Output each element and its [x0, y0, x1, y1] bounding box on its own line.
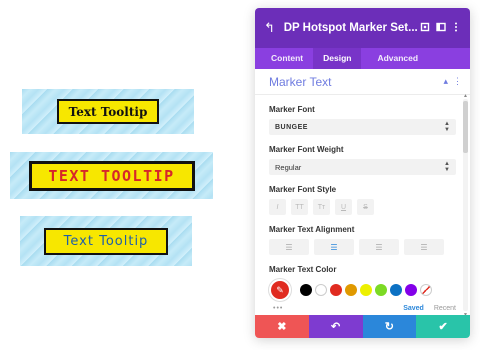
section-title: Marker Text — [269, 74, 332, 89]
tooltip-sample-3: Text Tooltip — [20, 216, 192, 266]
redo-icon: ↻ — [384, 321, 394, 333]
save-button[interactable]: ✔ — [416, 315, 470, 338]
swatch-black[interactable] — [300, 284, 312, 296]
swatch-purple[interactable] — [405, 284, 417, 296]
select-arrows-icon: ▲ ▼ — [444, 161, 450, 173]
eyedropper-icon: ✎ — [276, 284, 284, 295]
color-label: Marker Text Color — [269, 265, 337, 274]
panel-tabs: Content Design Advanced — [255, 48, 470, 69]
uppercase-button[interactable]: TT — [291, 199, 308, 215]
align-center-button[interactable]: ☰ — [314, 239, 354, 255]
swatch-orange[interactable] — [345, 284, 357, 296]
scrollbar-thumb[interactable] — [463, 101, 468, 153]
weight-select[interactable]: Regular ▲ ▼ — [269, 159, 456, 175]
capitalize-icon: Tт — [317, 203, 326, 211]
select-arrows-icon: ▲ ▼ — [444, 121, 450, 133]
undo-button[interactable]: ↶ — [308, 315, 363, 338]
tooltip-box: TEXT TOOLTIP — [28, 160, 195, 191]
align-center-icon: ☰ — [330, 242, 338, 252]
tooltip-sample-1: Text Tooltip — [22, 89, 194, 134]
align-right-icon: ☰ — [375, 242, 383, 252]
italic-icon: I — [276, 203, 279, 211]
panel-header: ↰ DP Hotspot Marker Set... — [255, 8, 470, 48]
check-icon: ✔ — [438, 321, 448, 333]
tooltip-text: Text Tooltip — [68, 104, 148, 119]
tab-advanced[interactable]: Advanced — [367, 48, 428, 69]
stage: Text Tooltip TEXT TOOLTIP Text Tooltip ↰… — [0, 0, 480, 350]
align-left-button[interactable]: ☰ — [269, 239, 309, 255]
font-select[interactable]: BUNGEE ▲ ▼ — [269, 119, 456, 135]
font-style-buttons: I TT Tт U S — [269, 199, 456, 215]
tooltip-sample-2: TEXT TOOLTIP — [10, 152, 213, 199]
swatch-green[interactable] — [375, 284, 387, 296]
text-align-buttons: ☰ ☰ ☰ ☰ — [269, 239, 456, 255]
swatch-none[interactable] — [420, 284, 432, 296]
capitalize-button[interactable]: Tт — [313, 199, 330, 215]
uppercase-icon: TT — [295, 203, 304, 211]
tooltip-text: TEXT TOOLTIP — [48, 166, 175, 185]
swatch-blue[interactable] — [390, 284, 402, 296]
tooltip-text: Text Tooltip — [63, 233, 149, 249]
sidebar-icon[interactable] — [433, 22, 448, 34]
align-left-icon: ☰ — [285, 242, 293, 252]
recent-tab[interactable]: Recent — [434, 305, 456, 312]
collapse-icon[interactable]: ▴ ⋮ — [443, 76, 462, 87]
undo-icon: ↶ — [331, 321, 341, 333]
underline-icon: U — [340, 203, 347, 211]
swatch-footer: ••• Saved Recent — [269, 305, 456, 312]
tab-content[interactable]: Content — [261, 48, 313, 69]
scrollbar[interactable] — [463, 99, 468, 311]
swatch-white[interactable] — [315, 284, 327, 296]
strikethrough-button[interactable]: S — [357, 199, 374, 215]
align-label: Marker Text Alignment — [269, 225, 355, 234]
underline-button[interactable]: U — [335, 199, 352, 215]
align-right-button[interactable]: ☰ — [359, 239, 399, 255]
section-header[interactable]: Marker Text ▴ ⋮ — [255, 69, 470, 95]
scroll-up-icon[interactable]: ▲ — [463, 93, 468, 99]
saved-tab[interactable]: Saved — [403, 305, 424, 312]
align-justify-button[interactable]: ☰ — [404, 239, 444, 255]
tooltip-box: Text Tooltip — [57, 99, 159, 124]
italic-button[interactable]: I — [269, 199, 286, 215]
expand-icon[interactable] — [418, 22, 433, 34]
color-swatches: ✎ — [269, 279, 456, 301]
weight-label: Marker Font Weight — [269, 145, 344, 154]
settings-panel: ↰ DP Hotspot Marker Set... Content Desig… — [255, 8, 470, 338]
back-icon[interactable]: ↰ — [264, 20, 278, 36]
more-swatches-icon[interactable]: ••• — [269, 305, 403, 312]
color-picker-button[interactable]: ✎ — [269, 279, 291, 301]
close-icon: ✖ — [277, 321, 287, 333]
more-icon[interactable] — [449, 22, 464, 34]
weight-value: Regular — [275, 162, 302, 172]
strikethrough-icon: S — [363, 203, 368, 211]
font-value: BUNGEE — [275, 123, 308, 131]
panel-title: DP Hotspot Marker Set... — [283, 22, 418, 34]
style-label: Marker Font Style — [269, 185, 337, 194]
swatch-yellow[interactable] — [360, 284, 372, 296]
panel-footer: ✖ ↶ ↻ ✔ — [255, 315, 470, 338]
font-label: Marker Font — [269, 105, 315, 114]
panel-body: Marker Text ▴ ⋮ Marker Font BUNGEE ▲ ▼ Ma… — [255, 69, 470, 319]
redo-button[interactable]: ↻ — [362, 315, 417, 338]
tab-design[interactable]: Design — [313, 48, 362, 69]
swatch-red[interactable] — [330, 284, 342, 296]
tooltip-box: Text Tooltip — [44, 227, 168, 255]
cancel-button[interactable]: ✖ — [255, 315, 309, 338]
align-justify-icon: ☰ — [420, 242, 428, 252]
